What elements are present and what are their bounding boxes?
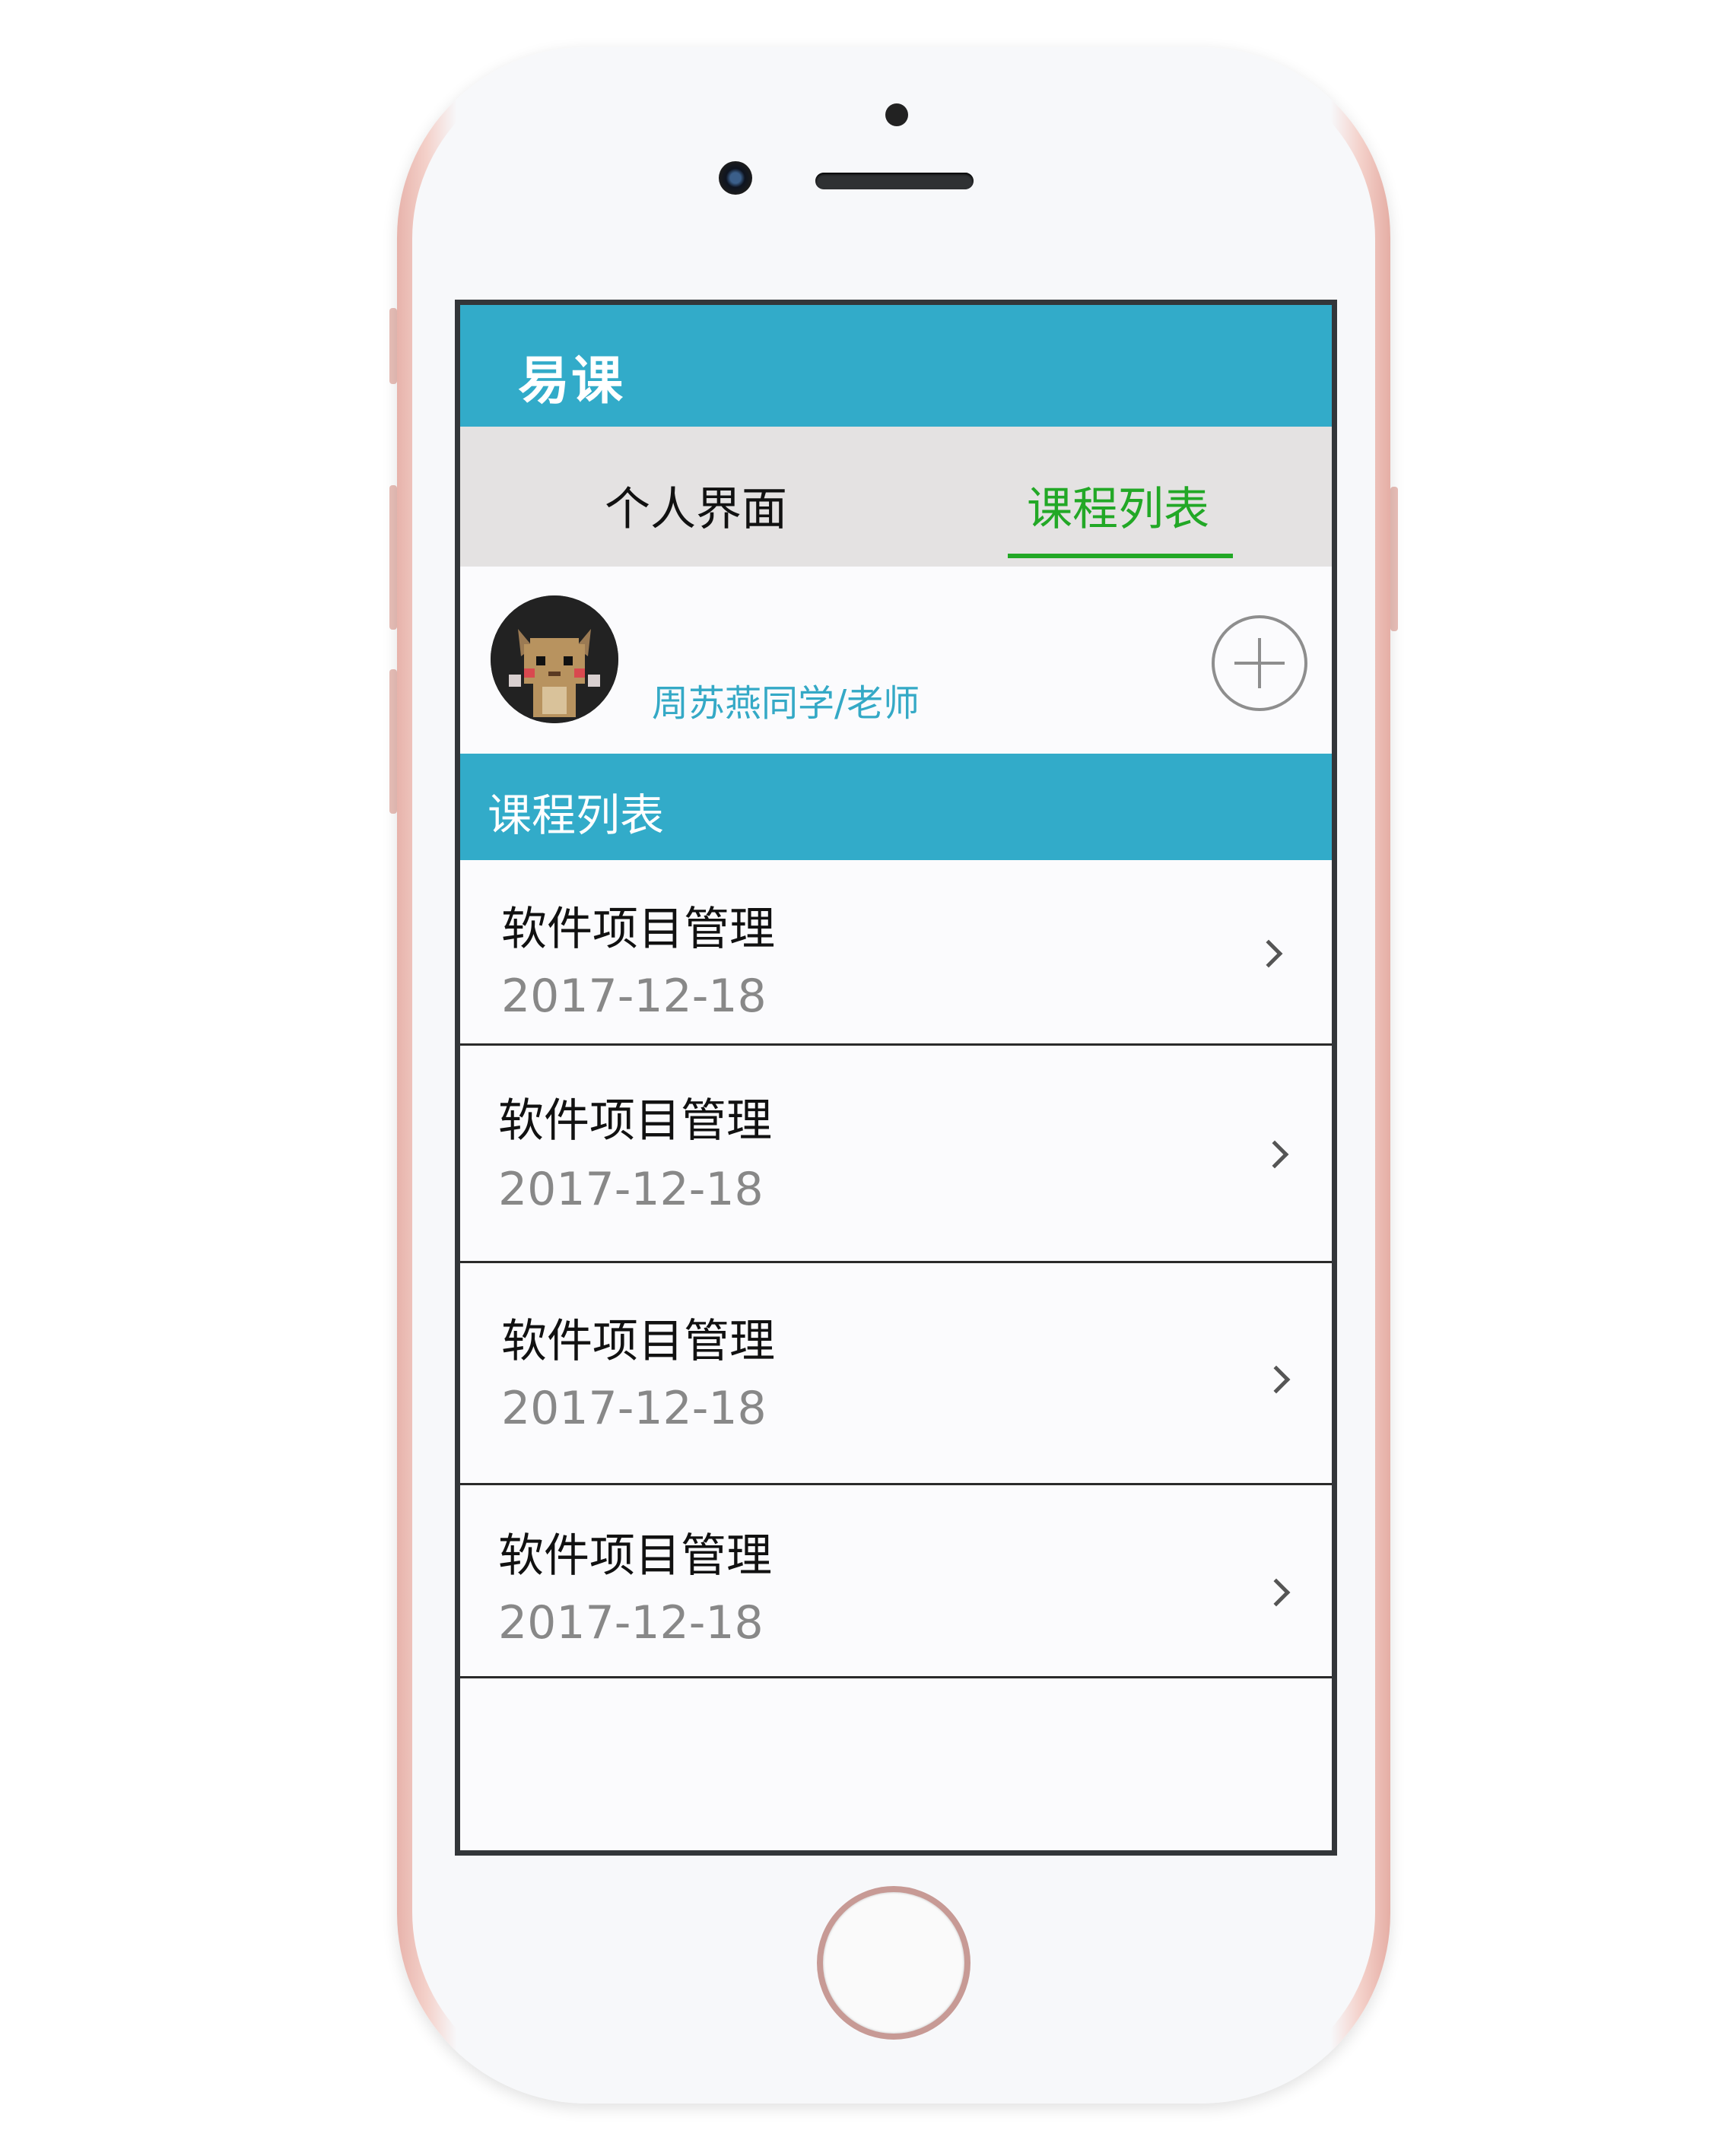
chevron-right-icon bbox=[1262, 1578, 1291, 1607]
course-list: 软件项目管理 2017-12-18 软件项目管理 2017-12-18 软件项目… bbox=[460, 860, 1332, 1678]
course-list-header: 课程列表 bbox=[460, 754, 1332, 860]
list-item[interactable]: 软件项目管理 2017-12-18 bbox=[460, 1046, 1332, 1263]
home-button[interactable] bbox=[817, 1886, 971, 2040]
course-date: 2017-12-18 bbox=[498, 1596, 764, 1650]
user-name: 周苏燕同学/老师 bbox=[652, 682, 920, 725]
app-header: 易课 bbox=[460, 305, 1332, 427]
earpiece-speaker bbox=[815, 173, 974, 189]
mute-switch bbox=[389, 308, 397, 384]
course-name: 软件项目管理 bbox=[501, 1315, 775, 1368]
tab-bar: 个人界面 课程列表 bbox=[460, 427, 1332, 567]
course-name: 软件项目管理 bbox=[498, 1094, 772, 1148]
plus-circle-icon[interactable] bbox=[1212, 615, 1307, 711]
course-name: 软件项目管理 bbox=[498, 1529, 772, 1583]
course-date: 2017-12-18 bbox=[501, 1382, 767, 1435]
course-date: 2017-12-18 bbox=[498, 1163, 764, 1216]
proximity-sensor bbox=[885, 103, 908, 126]
chevron-right-icon bbox=[1260, 1140, 1289, 1169]
volume-down-button bbox=[389, 669, 397, 814]
list-item[interactable]: 软件项目管理 2017-12-18 bbox=[460, 860, 1332, 1046]
chevron-right-icon bbox=[1254, 939, 1283, 968]
course-name: 软件项目管理 bbox=[501, 903, 775, 956]
list-item[interactable]: 软件项目管理 2017-12-18 bbox=[460, 1485, 1332, 1678]
app-title: 易课 bbox=[518, 351, 625, 411]
active-tab-indicator bbox=[1008, 554, 1233, 558]
front-camera bbox=[719, 161, 752, 195]
volume-up-button bbox=[389, 485, 397, 630]
tab-personal[interactable]: 个人界面 bbox=[605, 472, 787, 538]
app-screen: 易课 个人界面 课程列表 周苏燕同学/老师 课程列表 软件项目管理 2017-1… bbox=[455, 300, 1337, 1856]
chevron-right-icon bbox=[1262, 1365, 1291, 1394]
list-item[interactable]: 软件项目管理 2017-12-18 bbox=[460, 1263, 1332, 1485]
course-date: 2017-12-18 bbox=[501, 970, 767, 1023]
tab-courses[interactable]: 课程列表 bbox=[1027, 472, 1209, 538]
pixel-character-avatar bbox=[491, 595, 618, 723]
section-title: 课程列表 bbox=[488, 789, 665, 841]
avatar[interactable] bbox=[491, 595, 618, 723]
power-button bbox=[1390, 487, 1398, 631]
profile-section: 周苏燕同学/老师 bbox=[460, 567, 1332, 754]
